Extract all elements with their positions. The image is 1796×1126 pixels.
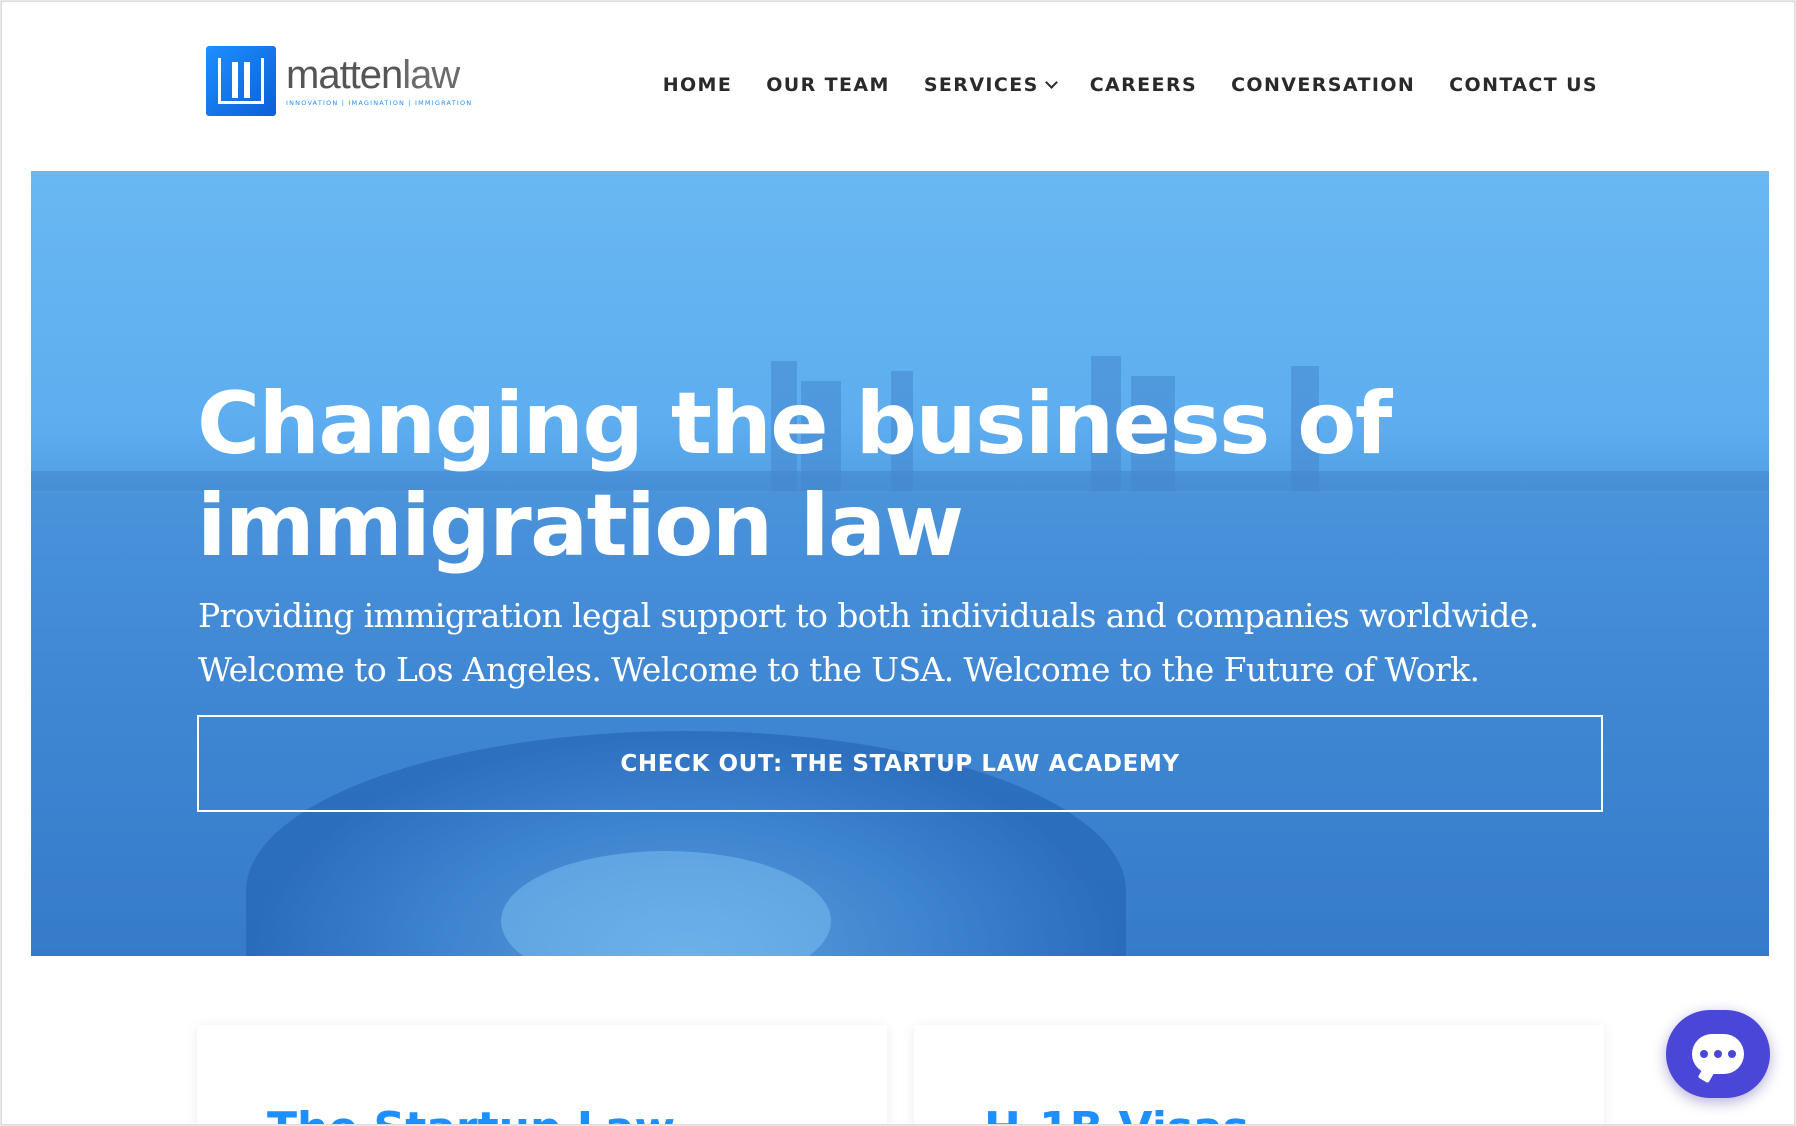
nav-conversation-label: CONVERSATION (1231, 74, 1416, 96)
startup-law-academy-button[interactable]: CHECK OUT: THE STARTUP LAW ACADEMY (197, 715, 1603, 812)
chat-widget-button[interactable] (1666, 1010, 1770, 1098)
hero-title: Changing the business of immigration law (197, 373, 1597, 577)
nav-contact-us-label: CONTACT US (1449, 74, 1598, 96)
nav-our-team[interactable]: OUR TEAM (766, 74, 890, 96)
main-nav: HOME OUR TEAM SERVICES CAREERS CONVERSAT… (629, 74, 1598, 96)
hero-subtitle-line-1: Providing immigration legal support to b… (198, 596, 1539, 635)
chat-bubble-icon (1692, 1034, 1744, 1074)
hero-title-line-2: immigration law (197, 476, 964, 576)
nav-conversation[interactable]: CONVERSATION (1231, 74, 1415, 96)
nav-home-label: HOME (662, 74, 733, 96)
nav-services-label: SERVICES (923, 74, 1039, 96)
site-logo[interactable]: mattenlaw INNOVATION | IMAGINATION | IMM… (206, 44, 481, 118)
service-card[interactable]: The Startup Law (197, 1025, 887, 1124)
logo-word-law: law (402, 53, 460, 97)
logo-word-matten: matten (286, 53, 403, 97)
hero-subtitle-line-2: Welcome to Los Angeles. Welcome to the U… (198, 650, 1480, 689)
service-card[interactable]: H-1B Visas (914, 1025, 1604, 1124)
service-card-title[interactable]: H-1B Visas (984, 1103, 1249, 1124)
nav-careers[interactable]: CAREERS (1090, 74, 1197, 96)
service-card-title[interactable]: The Startup Law (267, 1103, 675, 1124)
nav-contact-us[interactable]: CONTACT US (1449, 74, 1598, 96)
nav-services[interactable]: SERVICES (923, 74, 1058, 96)
nav-our-team-label: OUR TEAM (766, 74, 890, 96)
nav-home[interactable]: HOME (663, 74, 733, 96)
logo-wordmark: mattenlaw (286, 55, 472, 95)
logo-tagline: INNOVATION | IMAGINATION | IMMIGRATION (286, 99, 473, 107)
nav-careers-label: CAREERS (1089, 74, 1198, 96)
cta-label: CHECK OUT: THE STARTUP LAW ACADEMY (620, 750, 1180, 777)
page: mattenlaw INNOVATION | IMAGINATION | IMM… (1, 1, 1795, 1125)
logo-text: mattenlaw INNOVATION | IMAGINATION | IMM… (286, 55, 472, 107)
logo-mark-icon (206, 46, 276, 116)
hero-banner: Changing the business of immigration law… (31, 171, 1769, 956)
hero-title-line-1: Changing the business of (197, 374, 1392, 474)
chevron-down-icon (1044, 75, 1058, 89)
hero-subtitle: Providing immigration legal support to b… (198, 589, 1618, 697)
